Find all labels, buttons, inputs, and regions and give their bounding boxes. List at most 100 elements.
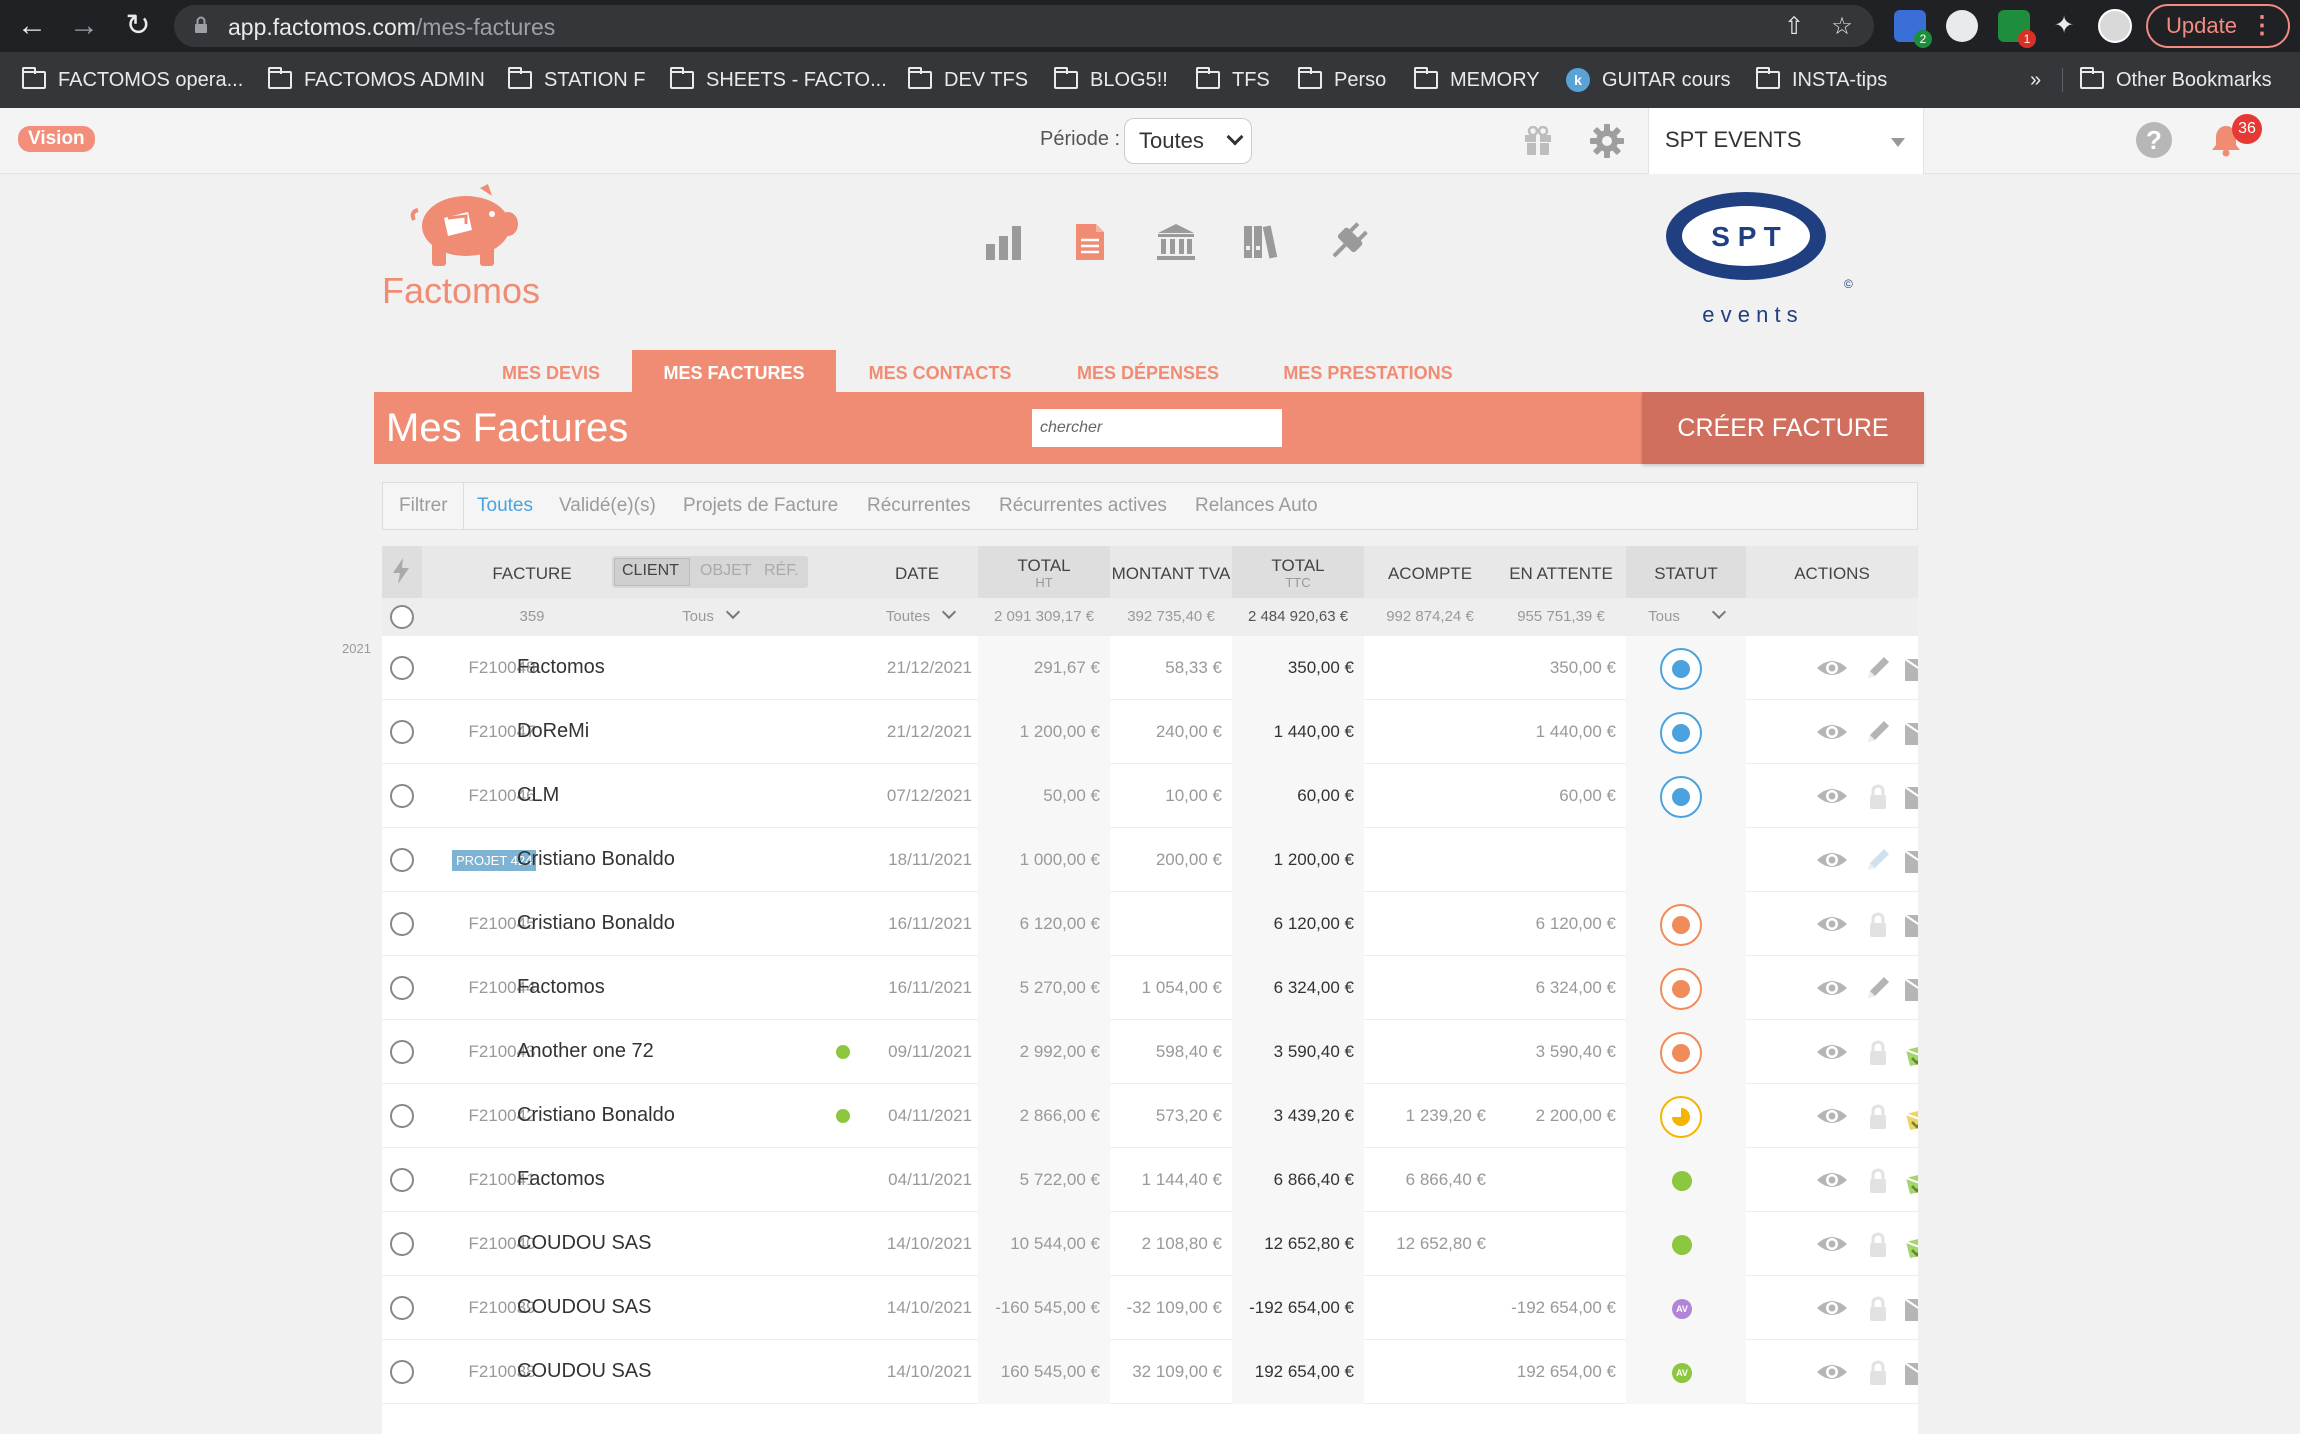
puzzle-icon[interactable]: ✦	[2050, 12, 2078, 40]
reload-icon[interactable]: ↻	[120, 8, 156, 44]
edit-pencil-icon[interactable]	[1862, 654, 1894, 682]
client-name[interactable]: Factomos	[517, 1168, 605, 1191]
header-en-attente[interactable]: EN ATTENTE	[1496, 564, 1626, 584]
bookmark-item[interactable]: MEMORY	[1414, 64, 1540, 96]
company-select[interactable]: SPT EVENTS	[1648, 108, 1924, 174]
row-select-radio[interactable]	[390, 784, 414, 808]
table-row[interactable]: F210044 Factomos 16/11/2021 5 270,00 €1 054…	[382, 956, 1918, 1020]
bookmark-item[interactable]: FACTOMOS ADMIN	[268, 64, 485, 96]
status-avoir-icon[interactable]: AV	[1672, 1299, 1692, 1319]
help-icon[interactable]: ?	[2136, 122, 2172, 158]
share-icon[interactable]: ⇧	[1780, 13, 1808, 41]
gear-icon[interactable]	[1588, 122, 1626, 160]
row-select-radio[interactable]	[390, 1360, 414, 1384]
table-row[interactable]: PROJET 424 Cristiano Bonaldo 18/11/2021 1 0…	[382, 828, 1918, 892]
status-clock-icon[interactable]	[1660, 1032, 1702, 1074]
create-invoice-button[interactable]: CRÉER FACTURE	[1642, 392, 1924, 464]
view-eye-icon[interactable]	[1816, 1038, 1848, 1066]
status-clock-icon[interactable]	[1660, 648, 1702, 690]
books-icon[interactable]	[1242, 222, 1282, 262]
send-mail-icon[interactable]	[1904, 846, 1918, 874]
filter-projets[interactable]: Projets de Facture	[683, 495, 838, 517]
view-eye-icon[interactable]	[1816, 974, 1848, 1002]
client-name[interactable]: COUDOU SAS	[517, 1232, 651, 1255]
bookmark-item[interactable]: FACTOMOS opera...	[22, 64, 243, 96]
bookmark-item[interactable]: k GUITAR cours	[1566, 64, 1731, 96]
client-name[interactable]: Factomos	[517, 656, 605, 679]
piggy-bank-logo[interactable]	[410, 184, 518, 268]
filter-relances-auto[interactable]: Relances Auto	[1195, 495, 1318, 517]
view-eye-icon[interactable]	[1816, 718, 1848, 746]
statut-filter[interactable]: Tous	[1626, 604, 1746, 625]
row-select-radio[interactable]	[390, 720, 414, 744]
note-indicator-icon[interactable]	[836, 1109, 850, 1123]
send-mail-icon[interactable]	[1904, 1294, 1918, 1322]
table-row[interactable]: F210041 Factomos 04/11/2021 5 722,00 €1 144…	[382, 1148, 1918, 1212]
table-row[interactable]: F210038 COUDOU SAS 14/10/2021 160 545,00 €3…	[382, 1340, 1918, 1404]
bookmark-item[interactable]: INSTA-tips	[1756, 64, 1887, 96]
header-total-ht[interactable]: TOTAL HT	[978, 556, 1110, 590]
row-select-radio[interactable]	[390, 1296, 414, 1320]
client-name[interactable]: CLM	[517, 784, 559, 807]
table-row[interactable]: F210040 COUDOU SAS 14/10/2021 10 544,00 €2 …	[382, 1212, 1918, 1276]
header-facture[interactable]: FACTURE	[452, 564, 612, 584]
update-button[interactable]: Update ⋮	[2146, 4, 2290, 48]
select-all-radio[interactable]	[390, 605, 414, 629]
row-select-radio[interactable]	[390, 1104, 414, 1128]
toggle-objet[interactable]: OBJET	[700, 562, 752, 580]
more-bookmarks-button[interactable]: »	[2030, 64, 2041, 96]
plug-icon[interactable]	[1328, 222, 1368, 262]
tab-mes-depenses[interactable]: MES DÉPENSES	[1064, 350, 1232, 392]
bookmark-star-icon[interactable]: ☆	[1828, 13, 1856, 41]
bookmark-item[interactable]: SHEETS - FACTO...	[670, 64, 887, 96]
status-partial-icon[interactable]	[1660, 1096, 1702, 1138]
header-statut[interactable]: STATUT	[1626, 564, 1746, 584]
extension-code-icon[interactable]: 2	[1894, 10, 1932, 48]
row-select-radio[interactable]	[390, 1168, 414, 1192]
status-avoir-icon[interactable]: AV	[1672, 1363, 1692, 1383]
header-total-ttc[interactable]: TOTAL TTC	[1232, 556, 1364, 590]
tab-mes-factures[interactable]: MES FACTURES	[632, 350, 836, 392]
view-eye-icon[interactable]	[1816, 910, 1848, 938]
send-mail-icon[interactable]	[1904, 718, 1918, 746]
header-acompte[interactable]: ACOMPTE	[1364, 564, 1496, 584]
edit-pencil-icon[interactable]	[1862, 718, 1894, 746]
view-eye-icon[interactable]	[1816, 654, 1848, 682]
client-name[interactable]: Another one 72	[517, 1040, 654, 1063]
periode-select[interactable]: Toutes	[1124, 118, 1252, 164]
filter-validees[interactable]: Validé(e)(s)	[559, 495, 656, 517]
view-eye-icon[interactable]	[1816, 1102, 1848, 1130]
send-mail-icon[interactable]	[1904, 782, 1918, 810]
send-mail-icon[interactable]	[1904, 1358, 1918, 1386]
view-eye-icon[interactable]	[1816, 846, 1848, 874]
status-paid-icon[interactable]	[1672, 1171, 1692, 1191]
client-name[interactable]: Cristiano Bonaldo	[517, 1104, 675, 1127]
table-row[interactable]: F210043 Another one 72 09/11/2021 2 992,00 …	[382, 1020, 1918, 1084]
gift-icon[interactable]	[1524, 126, 1552, 156]
status-clock-icon[interactable]	[1660, 968, 1702, 1010]
tab-mes-prestations[interactable]: MES PRESTATIONS	[1270, 350, 1466, 392]
row-select-radio[interactable]	[390, 1232, 414, 1256]
table-row[interactable]: F210048 Factomos 21/12/2021 291,67 €58,33 €…	[382, 636, 1918, 700]
send-mail-icon[interactable]	[1904, 910, 1918, 938]
date-filter[interactable]: Toutes	[862, 604, 978, 625]
extension-globe-icon[interactable]	[1946, 10, 1978, 42]
tab-mes-contacts[interactable]: MES CONTACTS	[856, 350, 1024, 392]
row-select-radio[interactable]	[390, 912, 414, 936]
other-bookmarks[interactable]: Other Bookmarks	[2080, 64, 2272, 96]
client-name[interactable]: Cristiano Bonaldo	[517, 848, 675, 871]
invoice-document-icon[interactable]	[1070, 222, 1110, 262]
table-row[interactable]: F210045 Cristiano Bonaldo 16/11/2021 6 120,…	[382, 892, 1918, 956]
bookmark-item[interactable]: BLOG5!!	[1054, 64, 1168, 96]
edit-pencil-icon[interactable]	[1862, 846, 1894, 874]
bookmark-item[interactable]: TFS	[1196, 64, 1270, 96]
bar-chart-icon[interactable]	[984, 222, 1024, 262]
edit-pencil-icon[interactable]	[1862, 974, 1894, 1002]
vision-badge[interactable]: Vision	[18, 126, 95, 152]
header-montant-tva[interactable]: MONTANT TVA	[1110, 564, 1232, 584]
client-filter[interactable]: Tous	[612, 604, 808, 625]
lightning-icon[interactable]	[392, 558, 410, 584]
mail-sent-icon[interactable]	[1904, 1230, 1918, 1258]
client-name[interactable]: COUDOU SAS	[517, 1360, 651, 1383]
filter-recurrentes-actives[interactable]: Récurrentes actives	[999, 495, 1167, 517]
